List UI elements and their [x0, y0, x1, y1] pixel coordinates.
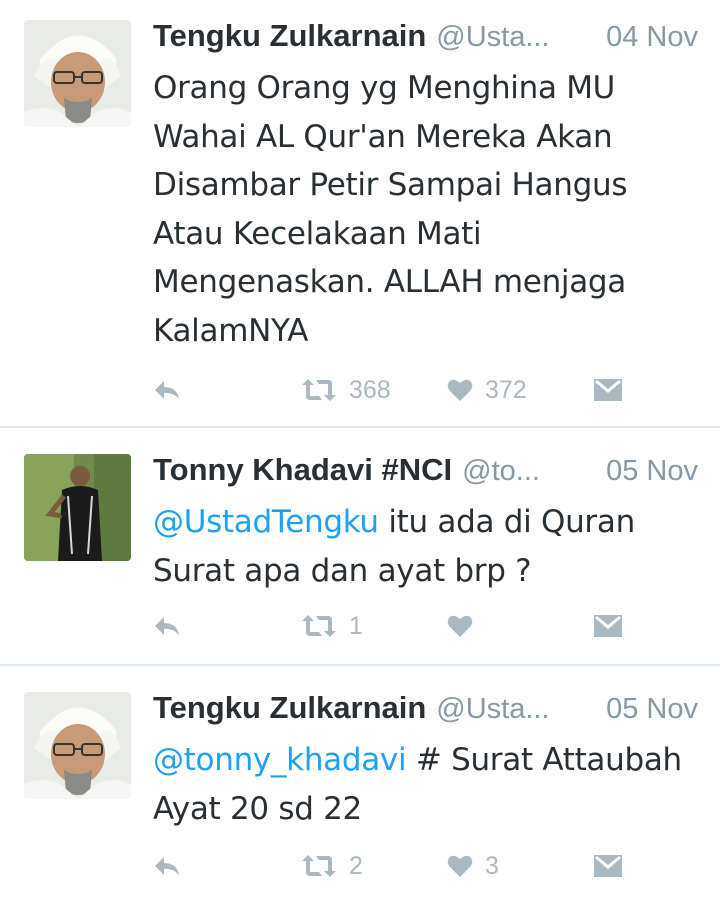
tweet-item[interactable]: Tengku Zulkarnain @Usta... 04 Nov Orang …	[0, 0, 720, 428]
like-icon	[447, 615, 473, 637]
retweet-count: 368	[349, 375, 391, 404]
retweet-icon	[302, 615, 336, 637]
like-count: 3	[485, 851, 499, 880]
like-button[interactable]: 3	[447, 848, 499, 884]
tweet-text: @tonny_khadavi # Surat Attaubah Ayat 20 …	[153, 736, 698, 833]
author-name[interactable]: Tengku Zulkarnain	[153, 18, 426, 54]
direct-message-icon	[594, 379, 622, 401]
like-button[interactable]	[447, 608, 485, 644]
reply-button[interactable]	[153, 608, 181, 644]
avatar-photo	[24, 20, 131, 127]
like-icon	[447, 855, 473, 877]
avatar[interactable]	[24, 454, 131, 561]
tweet-header: Tengku Zulkarnain @Usta... 05 Nov	[153, 690, 698, 734]
tweet-header: Tengku Zulkarnain @Usta... 04 Nov	[153, 18, 698, 62]
tweet-header: Tonny Khadavi #NCI @to... 05 Nov	[153, 452, 698, 496]
retweet-icon	[302, 379, 336, 401]
author-handle[interactable]: @to...	[462, 455, 598, 488]
author-name[interactable]: Tonny Khadavi #NCI	[153, 452, 452, 488]
reply-icon	[155, 381, 179, 399]
direct-message-button[interactable]	[593, 608, 623, 644]
mention-link[interactable]: @UstadTengku	[153, 504, 379, 540]
direct-message-button[interactable]	[593, 848, 623, 884]
direct-message-icon	[594, 855, 622, 877]
retweet-icon	[302, 855, 336, 877]
avatar-photo	[24, 454, 131, 561]
avatar[interactable]	[24, 692, 131, 799]
retweet-count: 2	[349, 851, 363, 880]
reply-button[interactable]	[153, 848, 181, 884]
avatar-photo	[24, 692, 131, 799]
tweet-text: Orang Orang yg Menghina MU Wahai AL Qur'…	[153, 64, 698, 355]
tweet-text-content: Orang Orang yg Menghina MU Wahai AL Qur'…	[153, 70, 628, 349]
mention-link[interactable]: @tonny_khadavi	[153, 742, 407, 778]
tweet-date[interactable]: 04 Nov	[606, 21, 698, 54]
tweet-item[interactable]: Tengku Zulkarnain @Usta... 05 Nov @tonny…	[0, 666, 720, 903]
like-button[interactable]: 372	[447, 372, 527, 408]
retweet-button[interactable]: 1	[301, 608, 363, 644]
author-handle[interactable]: @Usta...	[436, 21, 598, 54]
tweet-date[interactable]: 05 Nov	[606, 455, 698, 488]
reply-icon	[155, 617, 179, 635]
retweet-button[interactable]: 368	[301, 372, 391, 408]
retweet-button[interactable]: 2	[301, 848, 363, 884]
tweet-date[interactable]: 05 Nov	[606, 693, 698, 726]
reply-button[interactable]	[153, 372, 181, 408]
direct-message-button[interactable]	[593, 372, 623, 408]
author-name[interactable]: Tengku Zulkarnain	[153, 690, 426, 726]
tweet-item[interactable]: Tonny Khadavi #NCI @to... 05 Nov @UstadT…	[0, 428, 720, 666]
tweet-actions: 2 3	[153, 848, 633, 884]
tweet-actions: 368 372	[153, 372, 633, 408]
reply-icon	[155, 857, 179, 875]
tweet-text: @UstadTengku itu ada di Quran Surat apa …	[153, 498, 698, 595]
like-count: 372	[485, 375, 527, 404]
direct-message-icon	[594, 615, 622, 637]
tweet-actions: 1	[153, 608, 633, 644]
retweet-count: 1	[349, 611, 363, 640]
author-handle[interactable]: @Usta...	[436, 693, 598, 726]
like-icon	[447, 379, 473, 401]
tweet-timeline: Tengku Zulkarnain @Usta... 04 Nov Orang …	[0, 0, 720, 903]
avatar[interactable]	[24, 20, 131, 127]
